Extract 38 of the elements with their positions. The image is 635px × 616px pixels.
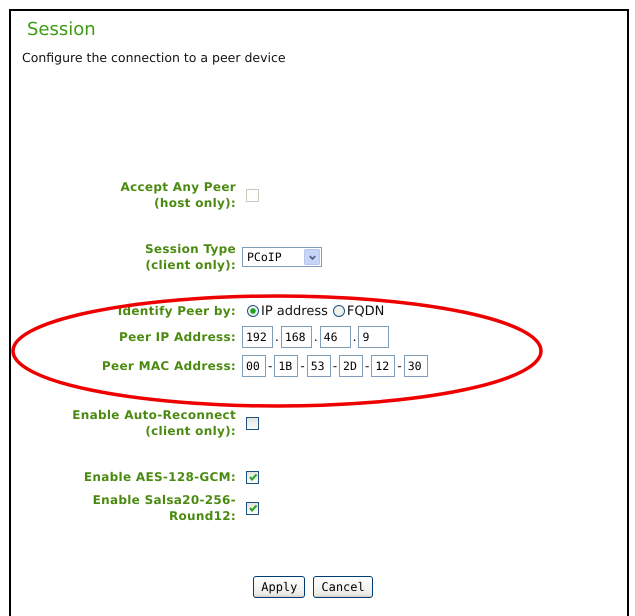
ip-octet-field[interactable]: 9 bbox=[358, 326, 390, 348]
radio-label: FQDN bbox=[346, 304, 384, 318]
checkbox[interactable] bbox=[246, 502, 259, 514]
mac-byte-field[interactable]: 30 bbox=[404, 355, 428, 377]
separator-mark: . bbox=[352, 330, 356, 344]
field-label: Enable Auto-Reconnect (client only): bbox=[71, 407, 236, 439]
ip-octet-field[interactable]: 192 bbox=[242, 326, 273, 348]
page-title: Session bbox=[27, 18, 97, 42]
radio-label: IP address bbox=[261, 304, 328, 318]
ip-octet-field[interactable]: 168 bbox=[280, 326, 312, 348]
field-label: Enable AES-128-GCM: bbox=[82, 469, 236, 485]
field-label: Session Type (client only): bbox=[144, 241, 236, 273]
form-button[interactable]: Cancel bbox=[313, 576, 373, 598]
mac-byte-field[interactable]: 53 bbox=[306, 355, 331, 377]
radio-button[interactable] bbox=[332, 305, 345, 317]
checkbox[interactable] bbox=[246, 416, 259, 430]
field-label: Peer IP Address: bbox=[118, 329, 236, 345]
field-label: Enable Salsa20-256- Round12: bbox=[92, 492, 236, 524]
separator-mark: - bbox=[268, 359, 272, 373]
separator-mark: - bbox=[365, 359, 370, 373]
field-label: Identify Peer by: bbox=[116, 303, 236, 319]
separator-mark: - bbox=[397, 359, 402, 373]
separator-mark: - bbox=[332, 359, 338, 373]
mac-byte-field[interactable]: 12 bbox=[371, 355, 396, 377]
checkbox[interactable] bbox=[246, 470, 259, 484]
separator-mark: . bbox=[314, 330, 318, 344]
form-button[interactable]: Apply bbox=[253, 576, 306, 598]
mac-byte-field[interactable]: 1B bbox=[274, 355, 298, 377]
ip-octet-field[interactable]: 46 bbox=[320, 326, 351, 348]
session-type-dropdown[interactable]: PCoIP bbox=[242, 247, 322, 267]
mac-byte-field[interactable]: 2D bbox=[339, 355, 364, 377]
field-label: Peer MAC Address: bbox=[100, 358, 236, 374]
mac-byte-field[interactable]: 00 bbox=[242, 355, 266, 377]
page-description: Configure the connection to a peer device bbox=[22, 50, 287, 66]
field-label: Accept Any Peer (host only): bbox=[120, 179, 236, 211]
radio-button[interactable] bbox=[247, 305, 259, 317]
separator-mark: - bbox=[300, 359, 305, 373]
separator-mark: . bbox=[275, 330, 279, 344]
